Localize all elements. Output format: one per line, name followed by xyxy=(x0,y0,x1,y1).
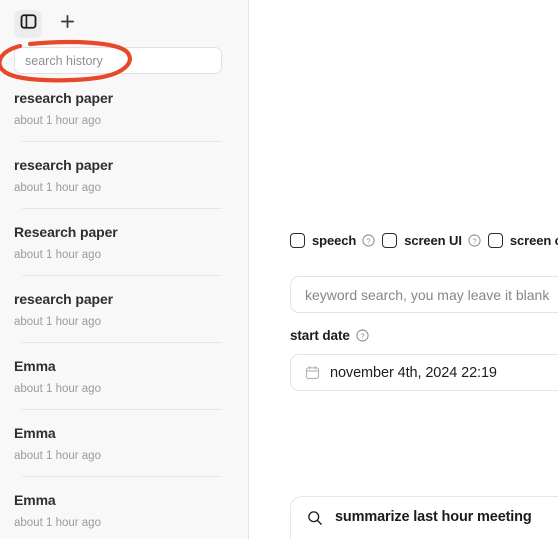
history-item-time: about 1 hour ago xyxy=(14,182,101,194)
checkbox-box[interactable] xyxy=(290,233,305,248)
divider xyxy=(22,476,222,477)
calendar-icon xyxy=(305,365,320,380)
divider xyxy=(22,141,222,142)
plus-icon xyxy=(60,14,75,34)
checkbox-label: screen UI xyxy=(404,233,462,248)
list-item[interactable]: research paper about 1 hour ago xyxy=(0,88,248,127)
history-item-title: Emma xyxy=(14,492,56,508)
app-window: research paper about 1 hour ago research… xyxy=(0,0,558,539)
sidebar-toolbar xyxy=(0,0,248,38)
sidebar-toggle-button[interactable] xyxy=(14,10,42,38)
question-circle-icon[interactable]: ? xyxy=(362,234,375,247)
checkbox-box[interactable] xyxy=(487,233,503,248)
history-item-title: research paper xyxy=(14,157,113,173)
start-date-value: november 4th, 2024 22:19 xyxy=(330,364,497,381)
checkbox-screen-ui[interactable]: screen UI xyxy=(382,233,462,248)
search-icon xyxy=(307,510,323,526)
start-date-picker[interactable]: november 4th, 2024 22:19 xyxy=(290,354,558,391)
checkbox-row: speech ? screen UI ? screen xyxy=(290,233,558,248)
divider xyxy=(22,275,222,276)
divider xyxy=(22,208,222,209)
history-item-time: about 1 hour ago xyxy=(14,383,101,395)
content-type-filters: speech ? screen UI ? screen xyxy=(290,233,558,248)
list-item[interactable]: research paper about 1 hour ago xyxy=(0,155,248,194)
checkbox-label: speech xyxy=(312,233,357,248)
command-text: summarize last hour meeting xyxy=(335,509,532,525)
list-item[interactable]: Emma about 1 hour ago xyxy=(0,423,248,462)
history-item-title: Emma xyxy=(14,358,56,374)
start-date-label-row: start date ? xyxy=(290,328,376,343)
question-circle-icon[interactable]: ? xyxy=(468,234,481,247)
history-sidebar: research paper about 1 hour ago research… xyxy=(0,0,249,539)
history-item-title: Research paper xyxy=(14,224,118,240)
list-item[interactable]: research paper about 1 hour ago xyxy=(0,289,248,328)
new-session-button[interactable] xyxy=(54,11,80,37)
svg-text:?: ? xyxy=(472,236,476,245)
checkbox-box[interactable] xyxy=(382,233,398,248)
list-item[interactable]: Research paper about 1 hour ago xyxy=(0,222,248,261)
checkbox-speech[interactable]: speech xyxy=(290,233,356,248)
checkbox-screen-capture[interactable]: screen capture xyxy=(487,233,558,248)
history-item-time: about 1 hour ago xyxy=(14,450,101,462)
history-item-time: about 1 hour ago xyxy=(14,249,101,261)
svg-text:?: ? xyxy=(360,331,364,340)
divider xyxy=(22,409,222,410)
svg-text:?: ? xyxy=(367,236,371,245)
history-list: research paper about 1 hour ago research… xyxy=(0,88,248,529)
history-item-title: research paper xyxy=(14,291,113,307)
search-history-input[interactable] xyxy=(14,47,222,74)
start-date-label: start date xyxy=(290,328,350,343)
divider xyxy=(22,342,222,343)
command-search-bar[interactable]: summarize last hour meeting xyxy=(290,496,558,539)
history-item-time: about 1 hour ago xyxy=(14,517,101,529)
history-item-time: about 1 hour ago xyxy=(14,115,101,127)
sidebar-panel-icon xyxy=(20,13,37,35)
list-item[interactable]: Emma about 1 hour ago xyxy=(0,356,248,395)
history-item-time: about 1 hour ago xyxy=(14,316,101,328)
checkbox-label: screen capture xyxy=(509,233,558,248)
list-item[interactable]: Emma about 1 hour ago xyxy=(0,490,248,529)
search-history-wrapper xyxy=(0,40,222,83)
main-panel: speech ? screen UI ? screen keyword sear… xyxy=(249,0,558,539)
keyword-search-input[interactable] xyxy=(290,276,558,313)
history-item-title: Emma xyxy=(14,425,56,441)
history-item-title: research paper xyxy=(14,90,113,106)
question-circle-icon[interactable]: ? xyxy=(356,329,369,342)
